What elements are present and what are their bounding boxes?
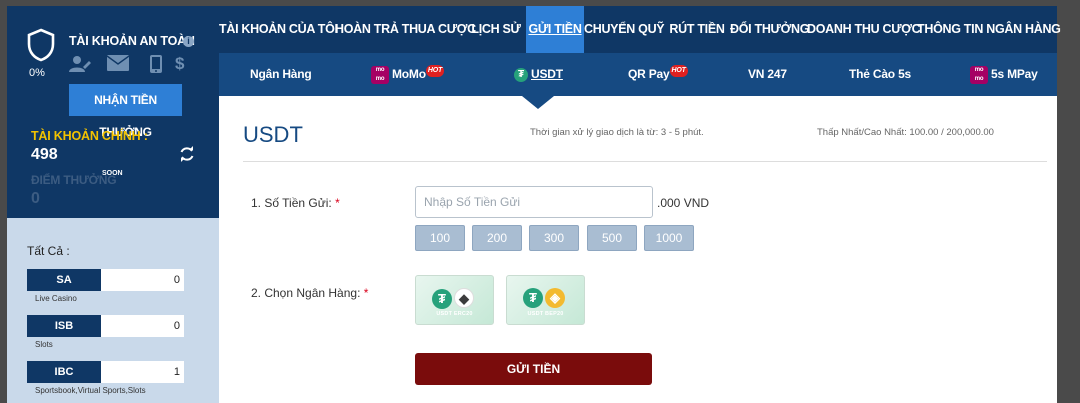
quick-amount-button[interactable]: 1000 — [644, 225, 694, 251]
ethereum-icon: ◆ — [454, 288, 474, 308]
info-icon[interactable]: i — [183, 36, 194, 47]
all-wallets-label: Tất Cả : — [27, 244, 70, 258]
method-mpay[interactable]: mo mo 5s MPay — [970, 53, 1038, 96]
method-vn247-label: VN 247 — [748, 67, 787, 81]
tab-redeem[interactable]: ĐỔI THƯỞNG — [730, 6, 809, 53]
momo-logo-icon: mo mo — [371, 65, 389, 84]
tether-icon: ₮ — [514, 67, 528, 82]
tether-icon: ₮ — [432, 289, 452, 309]
method-momo-label: MoMo — [392, 67, 426, 81]
amount-label: 1. Số Tiền Gửi: * — [251, 196, 340, 210]
method-momo[interactable]: mo mo MoMo HOT — [371, 53, 445, 96]
tab-deposit[interactable]: GỬI TIỀN — [526, 6, 584, 53]
quick-amount-button[interactable]: 300 — [529, 225, 579, 251]
quick-amount-button[interactable]: 200 — [472, 225, 522, 251]
tab-withdraw[interactable]: RÚT TIỀN — [664, 6, 730, 53]
bank-option-erc20[interactable]: ₮ ◆ USDT ERC20 — [415, 275, 494, 325]
method-usdt[interactable]: ₮ USDT — [514, 53, 563, 96]
wallet-amount: 1 — [173, 366, 180, 378]
method-card-label: Thẻ Cào 5s — [849, 67, 912, 81]
email-icon[interactable] — [106, 55, 130, 76]
method-vn247[interactable]: VN 247 — [748, 53, 787, 96]
method-bank-label: Ngân Hàng — [250, 67, 312, 81]
processing-time-note: Thời gian xử lý giao dịch là từ: 3 - 5 p… — [530, 127, 704, 138]
account-safety-panel: 0% TÀI KHOẢN AN TOÀN i $ NHẬN TIỀN THƯỞN… — [7, 6, 219, 218]
wallet-code: SA — [27, 269, 101, 291]
deposit-method-nav: Ngân Hàng mo mo MoMo HOT ₮ USDT QR Pay HOT VN… — [219, 53, 1057, 96]
wallet-code: ISB — [27, 315, 101, 337]
bank-select-label: 2. Chọn Ngân Hàng: * — [251, 286, 369, 300]
wallet-description: Sportsbook,Virtual Sports,Slots — [35, 386, 146, 395]
wallet-item[interactable]: ISB 0 Slots — [27, 315, 184, 349]
phone-icon[interactable] — [150, 55, 162, 78]
tab-bank-info[interactable]: THÔNG TIN NGÂN HÀNG — [917, 6, 1061, 53]
quick-amount-button[interactable]: 500 — [587, 225, 637, 251]
refresh-icon[interactable] — [179, 146, 195, 162]
hot-badge: HOT — [669, 65, 688, 77]
usdt-bep20-logo: ₮ ◈ — [523, 288, 565, 308]
security-icons: $ — [69, 55, 189, 73]
soon-badge: SOON — [102, 170, 123, 177]
wallet-code: IBC — [27, 361, 101, 383]
sidebar: 0% TÀI KHOẢN AN TOÀN i $ NHẬN TIỀN THƯỞN… — [7, 6, 219, 403]
method-mpay-label: 5s MPay — [991, 67, 1038, 81]
tab-turnover[interactable]: DOANH THU CƯỢC — [807, 6, 921, 53]
dollar-icon[interactable]: $ — [175, 55, 184, 73]
wallet-item[interactable]: SA 0 Live Casino — [27, 269, 184, 303]
method-qrpay[interactable]: QR Pay HOT — [628, 53, 688, 96]
hot-badge: HOT — [425, 65, 445, 77]
main-account-label: TÀI KHOẢN CHÍNH : — [31, 129, 148, 143]
wallet-item[interactable]: IBC 1 Sportsbook,Virtual Sports,Slots — [27, 361, 184, 395]
deposit-form-panel: USDT Thời gian xử lý giao dịch là từ: 3 … — [219, 96, 1057, 403]
amount-unit: .000 VND — [657, 196, 710, 210]
amount-input[interactable] — [415, 186, 653, 218]
usdt-erc20-logo: ₮ ◆ — [432, 288, 474, 309]
tab-rebate[interactable]: HOÀN TRẢ THUA CƯỢC — [335, 6, 476, 53]
top-navigation: TÀI KHOẢN CỦA TÔI HOÀN TRẢ THUA CƯỢC LỊC… — [219, 6, 1061, 53]
wallet-description: Slots — [35, 340, 53, 349]
tab-transfer[interactable]: CHUYỂN QUỸ — [584, 6, 665, 53]
tether-icon: ₮ — [523, 288, 543, 308]
active-method-pointer — [522, 96, 554, 109]
safety-percent: 0% — [29, 67, 45, 79]
submit-deposit-button[interactable]: GỬI TIỀN — [415, 353, 652, 385]
wallet-description: Live Casino — [35, 294, 77, 303]
wallet-amount: 0 — [173, 320, 180, 332]
method-scratch-card[interactable]: Thẻ Cào 5s — [849, 53, 911, 96]
bank-option-bep20[interactable]: ₮ ◈ USDT BEP20 — [506, 275, 585, 325]
claim-bonus-button[interactable]: NHẬN TIỀN THƯỞNG — [69, 84, 182, 139]
main-account-balance: 498 — [31, 146, 58, 163]
wallet-amount: 0 — [173, 274, 180, 286]
divider — [243, 161, 1047, 162]
page-title: USDT — [243, 122, 303, 147]
quick-amount-button[interactable]: 100 — [415, 225, 465, 251]
bank-option-label: USDT ERC20 — [436, 311, 473, 317]
bank-option-label: USDT BEP20 — [527, 311, 564, 317]
bonus-points-value: 0 — [31, 190, 40, 207]
safe-account-title: TÀI KHOẢN AN TOÀN — [69, 34, 195, 48]
momo-logo-icon: mo mo — [970, 65, 988, 84]
shield-icon — [27, 28, 55, 62]
method-bank[interactable]: Ngân Hàng — [250, 53, 312, 96]
binance-icon: ◈ — [545, 288, 565, 308]
user-edit-icon[interactable] — [69, 55, 91, 78]
tab-my-account[interactable]: TÀI KHOẢN CỦA TÔI — [219, 6, 338, 53]
deposit-limits: Thấp Nhất/Cao Nhất: 100.00 / 200,000.00 — [817, 127, 994, 138]
method-qrpay-label: QR Pay — [628, 67, 670, 81]
tab-history[interactable]: LỊCH SỬ — [467, 6, 525, 53]
method-usdt-label: USDT — [531, 67, 563, 81]
